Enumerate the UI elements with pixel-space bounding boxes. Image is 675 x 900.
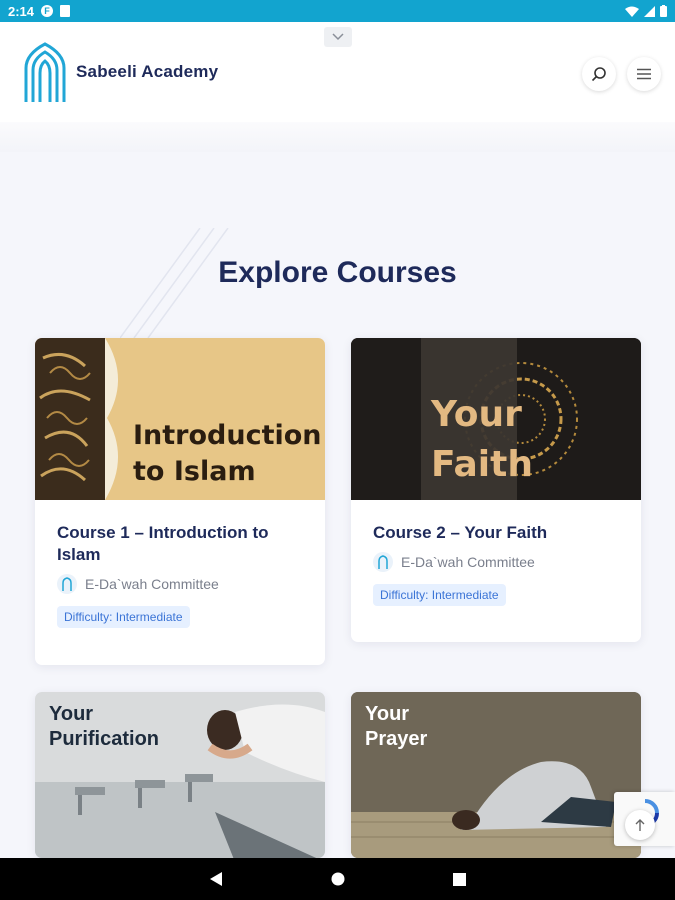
menu-button[interactable] bbox=[627, 57, 661, 91]
arch-logo-icon bbox=[24, 42, 66, 102]
author-avatar-icon bbox=[373, 552, 393, 572]
arrow-up-icon bbox=[635, 819, 645, 831]
back-icon bbox=[209, 872, 222, 886]
image-caption: Your Purification bbox=[49, 702, 159, 752]
course-author[interactable]: E-Da`wah Committee bbox=[373, 552, 619, 572]
system-nav-bar bbox=[0, 858, 675, 900]
recents-icon bbox=[453, 872, 466, 886]
difficulty-badge: Difficulty: Intermediate bbox=[373, 584, 506, 606]
nav-back-button[interactable] bbox=[201, 864, 231, 894]
site-header: Sabeeli Academy bbox=[0, 22, 675, 122]
collapse-header-button[interactable] bbox=[324, 27, 352, 47]
notification-icon: F bbox=[41, 5, 54, 17]
course-title[interactable]: Course 1 – Introduction to Islam bbox=[57, 522, 303, 566]
course-image[interactable]: Your Prayer bbox=[351, 692, 641, 858]
site-logo[interactable] bbox=[22, 42, 68, 109]
calligraphy-pattern bbox=[35, 338, 119, 500]
course-image[interactable]: Your Faith bbox=[351, 338, 641, 500]
home-icon bbox=[331, 872, 344, 886]
author-name: E-Da`wah Committee bbox=[85, 576, 219, 592]
course-card-1[interactable]: Introduction to Islam Course 1 – Introdu… bbox=[35, 338, 325, 665]
chevron-down-icon bbox=[332, 33, 344, 41]
course-image[interactable]: Introduction to Islam bbox=[35, 338, 325, 500]
battery-icon bbox=[660, 5, 667, 17]
course-card-4[interactable]: Your Prayer bbox=[351, 692, 641, 858]
image-caption-line1: Your bbox=[365, 703, 410, 725]
search-icon bbox=[591, 67, 606, 82]
menu-icon bbox=[637, 68, 651, 80]
image-caption-line2: to Islam bbox=[133, 456, 256, 487]
author-name: E-Da`wah Committee bbox=[401, 554, 535, 570]
wifi-icon bbox=[625, 6, 639, 17]
nav-recents-button[interactable] bbox=[445, 864, 475, 894]
nav-home-button[interactable] bbox=[323, 864, 353, 894]
signal-icon bbox=[644, 5, 655, 17]
image-caption-line2: Prayer bbox=[365, 728, 428, 750]
course-card-3[interactable]: Your Purification bbox=[35, 692, 325, 858]
course-title[interactable]: Course 2 – Your Faith bbox=[373, 522, 619, 544]
image-caption-line1: Your bbox=[49, 703, 94, 725]
course-card-2[interactable]: Your Faith Course 2 – Your Faith E-Da`wa… bbox=[351, 338, 641, 642]
course-image[interactable]: Your Purification bbox=[35, 692, 325, 858]
author-avatar-icon bbox=[57, 574, 77, 594]
search-button[interactable] bbox=[582, 57, 616, 91]
image-caption: Your Prayer bbox=[365, 702, 427, 752]
course-author[interactable]: E-Da`wah Committee bbox=[57, 574, 303, 594]
image-caption-line1: Introduction bbox=[133, 420, 322, 451]
header-divider bbox=[0, 122, 675, 152]
difficulty-badge: Difficulty: Intermediate bbox=[57, 606, 190, 628]
image-caption-line2: Faith bbox=[431, 444, 533, 485]
image-caption-line2: Purification bbox=[49, 728, 160, 750]
brand-name[interactable]: Sabeeli Academy bbox=[76, 62, 218, 82]
status-time: 2:14 bbox=[8, 3, 35, 19]
scroll-to-top-button[interactable] bbox=[625, 810, 655, 840]
section-title: Explore Courses bbox=[218, 256, 457, 289]
status-bar: 2:14 F bbox=[0, 0, 675, 22]
image-caption-line1: Your bbox=[431, 394, 522, 435]
sd-card-icon bbox=[60, 5, 71, 17]
